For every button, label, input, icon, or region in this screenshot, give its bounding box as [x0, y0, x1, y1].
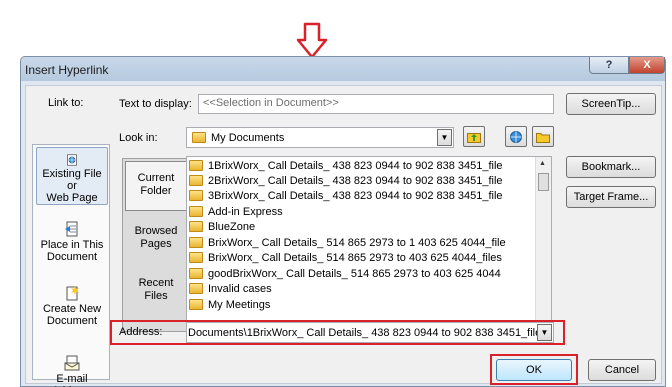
list-item[interactable]: Invalid cases — [189, 281, 272, 296]
link-existing-file-line2: Web Page — [46, 192, 98, 204]
list-item-label: Add-in Express — [208, 205, 283, 218]
list-item-label: BrixWorx_ Call Details_ 514 865 2973 to … — [208, 236, 506, 249]
text-to-display-field[interactable]: <<Selection in Document>> — [198, 94, 554, 114]
title-bar: Insert Hyperlink ? X — [21, 57, 665, 81]
globe-file-icon — [67, 154, 77, 166]
browse-file-icon[interactable] — [532, 126, 554, 147]
scroll-up-icon[interactable]: ▲ — [539, 160, 546, 167]
link-to-label: Link to: — [48, 97, 84, 109]
screentip-button[interactable]: ScreenTip... — [566, 93, 656, 115]
place-current-line1: Current — [137, 172, 175, 184]
folder-icon — [189, 221, 203, 232]
folder-icon — [189, 299, 203, 310]
link-create-line1: Create New — [42, 303, 102, 315]
list-item-label: 1BrixWorx_ Call Details_ 438 823 0944 to… — [208, 159, 503, 172]
help-button[interactable]: ? — [589, 57, 629, 74]
folder-icon — [189, 283, 203, 294]
list-item[interactable]: Add-in Express — [189, 204, 283, 219]
link-place-line1: Place in This — [40, 239, 104, 251]
folder-icon — [189, 252, 203, 263]
list-item[interactable]: BlueZone — [189, 219, 255, 234]
list-item[interactable]: My Meetings — [189, 297, 270, 312]
folder-icon — [189, 190, 203, 201]
places-bar: Current Folder Browsed Pages Recent File… — [122, 158, 190, 332]
link-to-bar: Existing File or Web Page Place in This … — [32, 144, 110, 387]
ok-button[interactable]: OK — [496, 359, 572, 381]
dialog-title: Insert Hyperlink — [25, 63, 109, 77]
dialog-body: Link to: Existing File or Web Page Place… — [25, 85, 662, 387]
link-email-line1: E-mail Address — [52, 373, 92, 387]
list-item-label: BrixWorx_ Call Details_ 514 865 2973 to … — [208, 251, 502, 264]
link-existing-file-line1: Existing File or — [42, 168, 102, 192]
list-item-label: BlueZone — [208, 220, 256, 233]
look-in-label: Look in: — [119, 132, 158, 144]
list-item[interactable]: 2BrixWorx_ Call Details_ 438 823 0944 to… — [189, 173, 503, 188]
folder-icon — [189, 175, 203, 186]
folder-icon — [189, 206, 203, 217]
link-place-in-document[interactable]: Place in This Document — [36, 221, 108, 263]
look-in-value: My Documents — [211, 131, 285, 144]
new-document-icon — [66, 286, 79, 301]
place-recent-files[interactable]: Recent Files — [125, 277, 187, 303]
file-list[interactable]: 1BrixWorx_ Call Details_ 438 823 0944 to… — [186, 156, 552, 344]
cancel-button[interactable]: Cancel — [588, 359, 656, 381]
list-item[interactable]: BrixWorx_ Call Details_ 514 865 2973 to … — [189, 250, 502, 265]
email-icon — [64, 355, 80, 371]
document-place-icon — [65, 221, 78, 237]
link-place-line2: Document — [46, 251, 98, 263]
place-current-line2: Folder — [140, 185, 172, 197]
link-create-new-document[interactable]: Create New Document — [36, 285, 108, 327]
close-button[interactable]: X — [629, 57, 665, 74]
file-list-scrollbar[interactable]: ▲ ▼ — [535, 157, 551, 343]
up-folder-icon[interactable] — [463, 126, 485, 147]
list-item[interactable]: 1BrixWorx_ Call Details_ 438 823 0944 to… — [189, 158, 503, 173]
place-recent-line2: Files — [144, 290, 168, 302]
down-arrow-annotation-icon — [296, 22, 328, 59]
place-browsed-pages[interactable]: Browsed Pages — [125, 225, 187, 251]
insert-hyperlink-dialog: Insert Hyperlink ? X Link to: Existing F… — [20, 56, 666, 387]
place-current-folder[interactable]: Current Folder — [125, 161, 187, 211]
link-create-line2: Document — [46, 315, 98, 327]
folder-icon — [189, 268, 203, 279]
browse-web-icon[interactable] — [505, 126, 527, 147]
list-item-label: Invalid cases — [208, 282, 272, 295]
address-value: Documents\1BrixWorx_ Call Details_ 438 8… — [188, 326, 547, 339]
target-frame-button[interactable]: Target Frame... — [566, 186, 656, 208]
bookmark-button[interactable]: Bookmark... — [566, 156, 656, 178]
list-item[interactable]: goodBrixWorx_ Call Details_ 514 865 2973… — [189, 266, 501, 281]
link-email-address[interactable]: E-mail Address — [36, 355, 108, 387]
place-browsed-line2: Pages — [140, 238, 172, 250]
chevron-down-icon[interactable]: ▼ — [437, 129, 452, 146]
address-dropdown-icon[interactable]: ▼ — [537, 324, 552, 341]
link-existing-file[interactable]: Existing File or Web Page — [36, 147, 108, 205]
place-recent-line1: Recent — [138, 277, 174, 289]
list-item-label: 2BrixWorx_ Call Details_ 438 823 0944 to… — [208, 174, 503, 187]
list-item[interactable]: 3BrixWorx_ Call Details_ 438 823 0944 to… — [189, 188, 503, 203]
list-item[interactable]: BrixWorx_ Call Details_ 514 865 2973 to … — [189, 235, 506, 250]
address-label: Address: — [119, 326, 163, 338]
place-browsed-line1: Browsed — [134, 225, 178, 237]
look-in-dropdown[interactable]: My Documents ▼ — [186, 127, 454, 148]
list-item-label: goodBrixWorx_ Call Details_ 514 865 2973… — [208, 267, 501, 280]
address-field[interactable]: Documents\1BrixWorx_ Call Details_ 438 8… — [186, 322, 554, 343]
list-item-label: 3BrixWorx_ Call Details_ 438 823 0944 to… — [208, 189, 503, 202]
folder-icon — [192, 132, 206, 143]
folder-icon — [189, 160, 203, 171]
text-to-display-label: Text to display: — [119, 98, 192, 110]
list-item-label: My Meetings — [208, 298, 271, 311]
folder-icon — [189, 237, 203, 248]
scroll-thumb[interactable] — [538, 173, 549, 191]
